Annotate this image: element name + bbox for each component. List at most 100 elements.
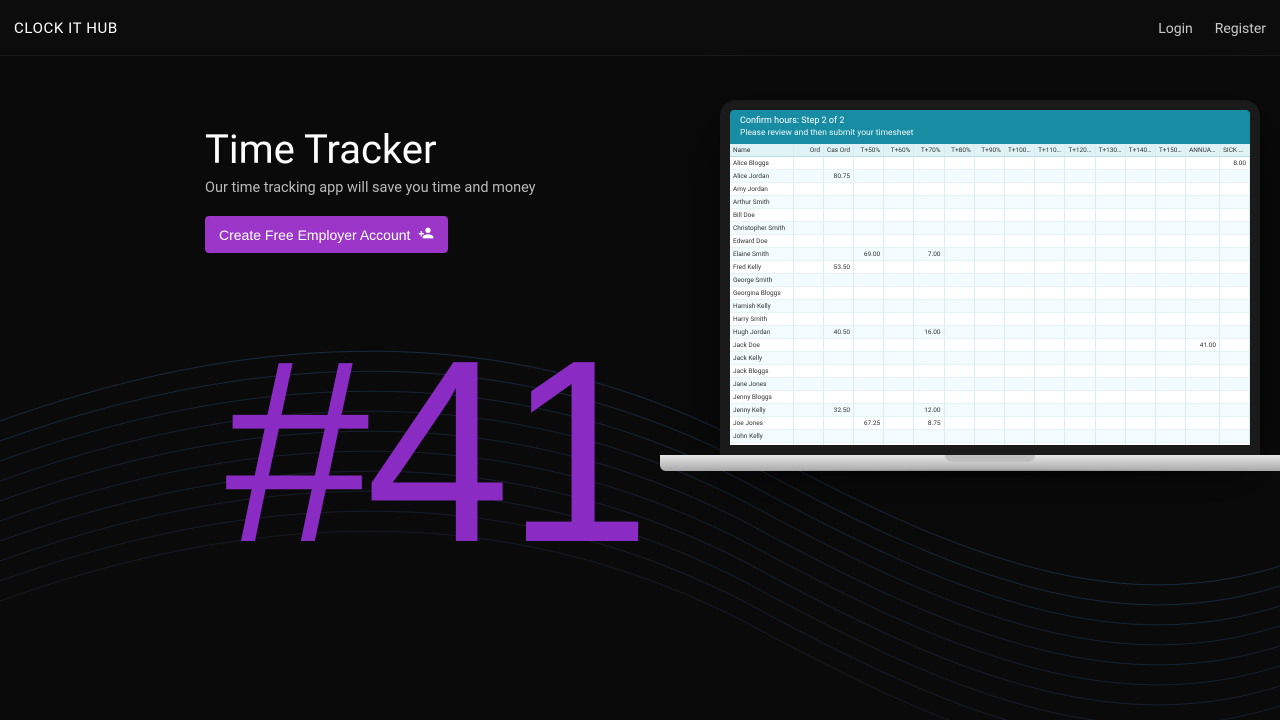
cell: [1096, 326, 1126, 339]
cell: [824, 391, 854, 404]
cell: [945, 313, 975, 326]
cell: [1096, 261, 1126, 274]
col-rate: T+90%: [975, 144, 1005, 156]
cell: [824, 300, 854, 313]
cell: [824, 417, 854, 430]
cell: [1126, 378, 1156, 391]
cell: [1220, 261, 1250, 274]
table-row: Jane Jones: [730, 378, 1250, 391]
cell: [854, 261, 884, 274]
cell: [884, 326, 914, 339]
table-row: Jenny Bloggs: [730, 391, 1250, 404]
cell: [884, 157, 914, 170]
cell: [1096, 443, 1126, 445]
cell: 80.75: [824, 170, 854, 183]
cell: [1005, 261, 1035, 274]
cell: [1126, 287, 1156, 300]
user-plus-icon: [418, 225, 434, 244]
cell: [884, 365, 914, 378]
cell: [1065, 222, 1095, 235]
cell: Fred Kelly: [730, 261, 794, 274]
cell: [945, 222, 975, 235]
mock-instruction: Please review and then submit your times…: [730, 128, 1250, 144]
col-ord: Ord: [794, 144, 824, 156]
cell: [1156, 261, 1186, 274]
cell: [854, 196, 884, 209]
create-account-button[interactable]: Create Free Employer Account: [205, 216, 448, 253]
cell: [1156, 417, 1186, 430]
cell: [1126, 417, 1156, 430]
cell: [824, 157, 854, 170]
brand[interactable]: CLOCK IT HUB: [14, 19, 118, 37]
cell: [1156, 365, 1186, 378]
cell: [1220, 443, 1250, 445]
cell: [1065, 391, 1095, 404]
col-rate: T+80%: [945, 144, 975, 156]
cell: [1005, 274, 1035, 287]
cell: [794, 339, 824, 352]
cell: [1220, 170, 1250, 183]
cell: Arthur Smith: [730, 196, 794, 209]
col-name: Name: [730, 144, 794, 156]
cell: [824, 235, 854, 248]
cell: [1186, 287, 1220, 300]
cell: [975, 300, 1005, 313]
cell: [945, 430, 975, 443]
cell: [854, 222, 884, 235]
app-screenshot: Confirm hours: Step 2 of 2 Please review…: [730, 110, 1250, 445]
table-row: Jack Kelly: [730, 352, 1250, 365]
cell: [914, 430, 944, 443]
cell: [1096, 300, 1126, 313]
cell: [1096, 222, 1126, 235]
table-row: Arthur Smith: [730, 196, 1250, 209]
cell: [794, 235, 824, 248]
cell: [975, 274, 1005, 287]
cell: [914, 287, 944, 300]
cell: [884, 378, 914, 391]
cell: [1186, 170, 1220, 183]
login-link[interactable]: Login: [1158, 21, 1193, 37]
cell: [1220, 209, 1250, 222]
cell: [854, 365, 884, 378]
cell: [824, 287, 854, 300]
register-link[interactable]: Register: [1215, 21, 1266, 37]
cell: [1035, 274, 1065, 287]
cell: [854, 157, 884, 170]
cell: [945, 300, 975, 313]
cell: [1005, 326, 1035, 339]
page-title: Time Tracker: [205, 126, 536, 173]
cell: [914, 209, 944, 222]
cell: [794, 170, 824, 183]
cell: [1220, 183, 1250, 196]
cell: [854, 235, 884, 248]
table-row: Hugh Jordan40.5016.00: [730, 326, 1250, 339]
cell: [1126, 430, 1156, 443]
cell: [1065, 378, 1095, 391]
cell: [914, 365, 944, 378]
cell: [1220, 391, 1250, 404]
cell: George Smith: [730, 274, 794, 287]
cell: [794, 300, 824, 313]
cell: [914, 235, 944, 248]
cell: [1005, 417, 1035, 430]
cell: [1096, 248, 1126, 261]
cell: [1186, 300, 1220, 313]
cell: [884, 391, 914, 404]
cell: [1035, 430, 1065, 443]
cell: [794, 417, 824, 430]
cell: [1035, 209, 1065, 222]
cell: [1065, 261, 1095, 274]
cell: [1156, 352, 1186, 365]
cell: [794, 196, 824, 209]
cell: Joe Jones: [730, 417, 794, 430]
cell: [854, 300, 884, 313]
cell: [884, 274, 914, 287]
cell: [1005, 378, 1035, 391]
cell: John Kelly: [730, 430, 794, 443]
cell: [1126, 261, 1156, 274]
cell: [1220, 274, 1250, 287]
table-row: Jenny Kelly32.5012.00: [730, 404, 1250, 417]
cell: [1220, 326, 1250, 339]
cell: [1065, 170, 1095, 183]
cell: [1126, 196, 1156, 209]
